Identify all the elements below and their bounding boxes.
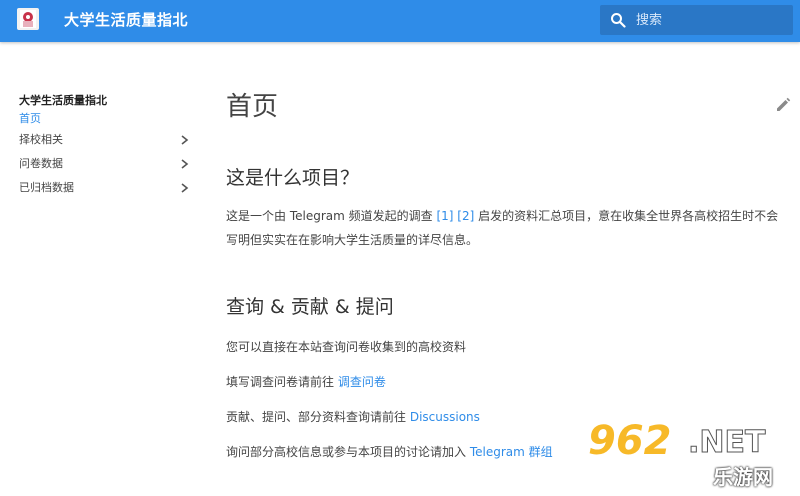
watermark-logo: 962 .NET 乐游网 bbox=[578, 418, 793, 489]
sidebar-item-label: 择校相关 bbox=[19, 133, 63, 146]
chevron-right-icon bbox=[181, 183, 189, 193]
query-paragraph-1: 您可以直接在本站查询问卷收集到的高校资料 bbox=[226, 340, 467, 354]
paragraph-text: 询问部分高校信息或参与本项目的讨论请加入 bbox=[226, 445, 470, 459]
sidebar-title: 大学生活质量指北 bbox=[19, 94, 107, 107]
sidebar-nav: 大学生活质量指北 首页 择校相关 问卷数据 已归档数据 bbox=[19, 92, 194, 200]
paragraph-text: 填写调查问卷请前往 bbox=[226, 375, 338, 389]
top-app-bar: 大学生活质量指北 bbox=[0, 0, 800, 42]
site-logo[interactable] bbox=[17, 8, 39, 30]
site-title[interactable]: 大学生活质量指北 bbox=[64, 9, 188, 30]
sidebar-item-label: 首页 bbox=[19, 112, 41, 125]
paragraph-text: 这是一个由 Telegram 频道发起的调查 bbox=[226, 209, 437, 223]
search-box[interactable] bbox=[600, 5, 793, 35]
section-heading-what: 这是什么项目？ bbox=[226, 167, 360, 189]
chevron-right-icon bbox=[181, 159, 189, 169]
sidebar-item-label: 已归档数据 bbox=[19, 181, 74, 194]
telegram-group-link[interactable]: Telegram 群组 bbox=[470, 445, 553, 459]
page-title: 首页 bbox=[226, 92, 279, 122]
section-heading-query: 查询 & 贡献 & 提问 bbox=[226, 296, 394, 318]
sidebar-item-school-selection[interactable]: 择校相关 bbox=[19, 128, 194, 152]
search-input[interactable] bbox=[636, 5, 786, 35]
watermark-number: 962 bbox=[588, 418, 672, 464]
main-content: 首页 这是什么项目？ 这是一个由 Telegram 频道发起的调查 [1] [2… bbox=[226, 85, 786, 464]
query-paragraph-2: 填写调查问卷请前往 调查问卷 bbox=[226, 370, 786, 394]
chevron-right-icon bbox=[181, 135, 189, 145]
discussions-link[interactable]: Discussions bbox=[410, 410, 480, 424]
section-what-paragraph: 这是一个由 Telegram 频道发起的调查 [1] [2] 启发的资料汇总项目… bbox=[226, 204, 786, 252]
reference-link-1[interactable]: [1] bbox=[436, 209, 453, 223]
sidebar-item-label: 问卷数据 bbox=[19, 157, 63, 170]
watermark-suffix: .NET bbox=[687, 425, 766, 461]
reference-link-2[interactable]: [2] bbox=[457, 209, 474, 223]
survey-link[interactable]: 调查问卷 bbox=[338, 375, 386, 389]
watermark-subtitle: 乐游网 bbox=[713, 465, 773, 489]
sidebar-item-archived-data[interactable]: 已归档数据 bbox=[19, 176, 194, 200]
paragraph-text: 贡献、提问、部分资料查询请前往 bbox=[226, 410, 410, 424]
sidebar-item-survey-data[interactable]: 问卷数据 bbox=[19, 152, 194, 176]
search-icon bbox=[611, 13, 626, 28]
sidebar-item-home[interactable]: 首页 bbox=[19, 110, 194, 128]
